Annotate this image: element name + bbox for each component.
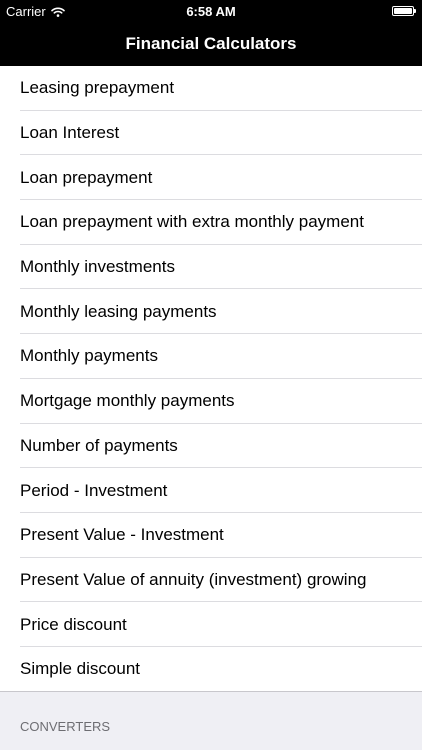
status-bar: Carrier 6:58 AM xyxy=(0,0,422,22)
list-item-label: Simple discount xyxy=(20,659,141,679)
calculator-list: Leasing prepayment Loan Interest Loan pr… xyxy=(0,66,422,692)
list-item-label: Price discount xyxy=(20,614,127,634)
list-item-monthly-payments[interactable]: Monthly payments xyxy=(0,334,422,379)
list-item-present-value-annuity-growing[interactable]: Present Value of annuity (investment) gr… xyxy=(0,558,422,603)
list-item-loan-prepayment-extra[interactable]: Loan prepayment with extra monthly payme… xyxy=(0,200,422,245)
list-item-label: Loan prepayment xyxy=(20,167,153,187)
list-item-monthly-investments[interactable]: Monthly investments xyxy=(0,245,422,290)
list-item-period-investment[interactable]: Period - Investment xyxy=(0,468,422,513)
list-item-loan-interest[interactable]: Loan Interest xyxy=(0,111,422,156)
list-item-label: Leasing prepayment xyxy=(20,78,175,98)
list-item-mortgage-monthly-payments[interactable]: Mortgage monthly payments xyxy=(0,379,422,424)
status-time: 6:58 AM xyxy=(186,4,236,19)
list-item-leasing-prepayment[interactable]: Leasing prepayment xyxy=(0,66,422,111)
list-item-label: Number of payments xyxy=(20,435,178,455)
navigation-bar: Financial Calculators xyxy=(0,22,422,66)
list-item-number-of-payments[interactable]: Number of payments xyxy=(0,424,422,469)
list-item-monthly-leasing-payments[interactable]: Monthly leasing payments xyxy=(0,289,422,334)
battery-icon xyxy=(392,6,416,16)
list-item-present-value-investment[interactable]: Present Value - Investment xyxy=(0,513,422,558)
page-title: Financial Calculators xyxy=(125,34,297,53)
list-item-label: Loan prepayment with extra monthly payme… xyxy=(20,212,364,232)
list-item-label: Loan Interest xyxy=(20,123,120,143)
list-item-label: Period - Investment xyxy=(20,480,168,500)
list-item-label: Present Value - Investment xyxy=(20,525,224,545)
list-item-label: Monthly investments xyxy=(20,257,175,277)
list-item-loan-prepayment[interactable]: Loan prepayment xyxy=(0,155,422,200)
list-item-label: Monthly leasing payments xyxy=(20,301,217,321)
list-item-simple-discount[interactable]: Simple discount xyxy=(0,647,422,692)
list-item-label: Monthly payments xyxy=(20,346,158,366)
section-header-converters: CONVERTERS xyxy=(20,719,111,734)
list-item-label: Mortgage monthly payments xyxy=(20,391,235,411)
list-item-label: Present Value of annuity (investment) gr… xyxy=(20,569,367,589)
list-item-price-discount[interactable]: Price discount xyxy=(0,602,422,647)
